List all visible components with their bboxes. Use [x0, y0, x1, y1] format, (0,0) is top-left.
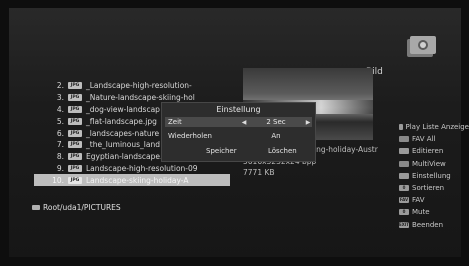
menu-item-playlist[interactable]: Play Liste Anzeige [399, 121, 469, 133]
item-number: 7. [56, 140, 64, 150]
yellow-key-icon [399, 148, 409, 155]
info-filename: ing-holiday-Austr [314, 145, 378, 154]
jpg-file-icon: JPG [68, 82, 82, 90]
menu-label: MultiView [412, 159, 446, 168]
jpg-file-icon: JPG [68, 153, 82, 161]
menu-label: Beenden [412, 220, 444, 229]
item-number: 3. [56, 93, 64, 103]
menu-item-settings[interactable]: Einstellung [399, 170, 469, 182]
menu-item-multiview[interactable]: MultiView [399, 158, 469, 170]
green-key-icon [399, 136, 409, 143]
setting-value: An [271, 132, 281, 140]
jpg-file-icon: JPG [68, 176, 82, 184]
zero-key-icon: 0 [399, 185, 409, 192]
screen-bezel-left [0, 0, 9, 266]
menu-label: Einstellung [412, 171, 451, 180]
picture-viewer-icon [406, 35, 436, 59]
exit-key-icon: EXIT [399, 221, 410, 228]
item-number: 4. [56, 104, 64, 114]
settings-dialog: Einstellung Zeit ◀ 2 Sec ▶ Wiederholen A… [161, 102, 316, 162]
mute-key-icon: 0 [399, 209, 409, 216]
breadcrumb: Root/uda1/PICTURES [32, 203, 121, 212]
menu-label: FAV [412, 196, 425, 205]
screen-bezel-bottom [0, 257, 469, 266]
list-item-selected[interactable]: 10. JPG Landscape-skiing-holiday-A [34, 174, 230, 187]
breadcrumb-path: Root/uda1/PICTURES [43, 203, 121, 212]
setting-value-selector[interactable]: ◀ 2 Sec ▶ [240, 118, 312, 126]
arrow-right-icon[interactable]: ▶ [304, 119, 312, 126]
jpg-file-icon: JPG [68, 129, 82, 137]
menu-label: Editieren [412, 147, 444, 156]
item-filename: _dog-view-landscap [86, 104, 160, 114]
menu-label: Sortieren [412, 184, 445, 193]
setting-row-repeat[interactable]: Wiederholen An [165, 131, 312, 141]
item-filename: _flat-landscape.jpg [86, 116, 157, 126]
menu-item-fav[interactable]: FAV FAV [399, 194, 469, 206]
item-filename: _landscapes-nature [86, 128, 160, 138]
save-button[interactable]: Speicher [206, 147, 237, 155]
blue-key-icon [399, 160, 409, 167]
dialog-title: Einstellung [216, 105, 261, 114]
media-browser-screen: Bild 2. JPG _Landscape-high-resolution- … [0, 0, 469, 266]
info-filesize: 7771 KB [243, 168, 275, 177]
folder-icon [32, 205, 40, 210]
red-key-icon [399, 124, 403, 131]
screen-bezel-top [0, 0, 469, 8]
menu-item-edit[interactable]: Editieren [399, 145, 469, 157]
setting-value: 2 Sec [266, 118, 286, 126]
setting-label: Wiederholen [168, 132, 212, 140]
function-menu: Play Liste Anzeige FAV All Editieren Mul… [399, 121, 469, 231]
menu-label: Mute [412, 208, 430, 217]
item-number: 2. [56, 81, 64, 91]
item-number: 6. [56, 128, 64, 138]
jpg-file-icon: JPG [68, 94, 82, 102]
jpg-file-icon: JPG [68, 141, 82, 149]
item-number: 9. [56, 163, 64, 173]
item-filename: _Landscape-high-resolution- [86, 81, 192, 91]
list-item[interactable]: 2. JPG _Landscape-high-resolution- [34, 80, 230, 92]
menu-label: Play Liste Anzeige [405, 123, 469, 132]
item-filename: _Nature-landscape-skiing-hol [86, 93, 195, 103]
setting-row-time[interactable]: Zeit ◀ 2 Sec ▶ [165, 117, 312, 127]
jpg-file-icon: JPG [68, 117, 82, 125]
menu-key-icon [399, 172, 409, 179]
menu-item-fav-all[interactable]: FAV All [399, 133, 469, 145]
list-item[interactable]: 9. JPG Landscape-high-resolution-09 [34, 163, 230, 175]
item-filename: Landscape-skiing-holiday-A [86, 175, 189, 185]
jpg-file-icon: JPG [68, 164, 82, 172]
item-number: 5. [56, 116, 64, 126]
arrow-left-icon[interactable]: ◀ [240, 119, 248, 126]
delete-button[interactable]: Löschen [268, 147, 297, 155]
setting-label: Zeit [168, 118, 182, 126]
menu-label: FAV All [412, 135, 436, 144]
jpg-file-icon: JPG [68, 105, 82, 113]
menu-item-exit[interactable]: EXIT Beenden [399, 219, 469, 231]
item-number: 10. [52, 175, 64, 185]
item-filename: _the_luminous_land [86, 140, 160, 150]
menu-item-mute[interactable]: 0 Mute [399, 206, 469, 218]
item-number: 8. [56, 152, 64, 162]
fav-key-icon: FAV [399, 197, 409, 204]
item-filename: Landscape-high-resolution-09 [86, 163, 198, 173]
menu-item-sort[interactable]: 0 Sortieren [399, 182, 469, 194]
